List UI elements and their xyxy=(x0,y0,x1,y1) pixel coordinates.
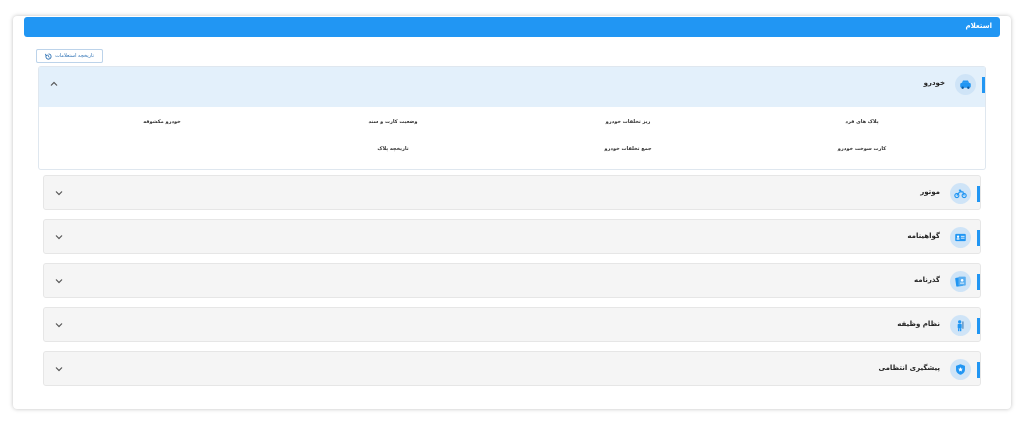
history-button-label: تاریخچه استعلامات xyxy=(55,53,94,59)
car-item-violation-details[interactable]: ریز تخلفات خودرو xyxy=(606,119,651,125)
car-item-card-document-status[interactable]: وضعیت کارت و سند xyxy=(369,119,418,125)
motorcycle-icon xyxy=(950,183,971,204)
panel-license[interactable]: گواهینامه xyxy=(43,219,981,254)
car-item-fuel-card[interactable]: کارت سوخت خودرو xyxy=(838,146,886,152)
chevron-down-icon[interactable] xyxy=(54,232,64,242)
panel-police-prevention-title: پیشگیری انتظامی xyxy=(878,364,941,372)
car-icon xyxy=(955,74,976,95)
panel-motorcycle-title: موتور xyxy=(920,188,940,196)
license-card-icon xyxy=(950,227,971,248)
panel-accent-bar xyxy=(977,318,980,334)
chevron-down-icon[interactable] xyxy=(54,276,64,286)
panel-car: خودرو xyxy=(38,66,986,170)
panel-passport[interactable]: گذرنامه xyxy=(43,263,981,298)
panel-accent-bar xyxy=(982,77,985,93)
passport-icon xyxy=(950,271,971,292)
panel-car-title: خودرو xyxy=(923,79,945,87)
police-badge-icon xyxy=(950,359,971,380)
chevron-down-icon[interactable] xyxy=(54,188,64,198)
panel-accent-bar xyxy=(977,230,980,246)
panel-car-header[interactable]: خودرو xyxy=(39,67,985,107)
chevron-down-icon[interactable] xyxy=(54,320,64,330)
panel-accent-bar xyxy=(977,186,980,202)
panel-police-prevention[interactable]: پیشگیری انتظامی xyxy=(43,351,981,386)
history-icon xyxy=(45,52,52,60)
panel-license-title: گواهینامه xyxy=(907,232,940,240)
car-item-violation-total[interactable]: جمع تخلفات خودرو xyxy=(604,146,651,152)
inquiry-history-button[interactable]: تاریخچه استعلامات xyxy=(36,49,103,63)
panel-passport-title: گذرنامه xyxy=(914,276,940,284)
car-item-discovered-vehicle[interactable]: خودرو مکشوفه xyxy=(143,119,181,125)
panel-accent-bar xyxy=(977,362,980,378)
page-title: استعلام xyxy=(965,22,992,30)
panel-military-service[interactable]: نظام وظیفه xyxy=(43,307,981,342)
car-item-plate-history[interactable]: تاریخچه پلاک xyxy=(377,146,408,152)
panel-motorcycle[interactable]: موتور xyxy=(43,175,981,210)
car-item-person-plates[interactable]: پلاک های فرد xyxy=(845,119,878,125)
chevron-up-icon[interactable] xyxy=(49,79,59,89)
chevron-down-icon[interactable] xyxy=(54,364,64,374)
page-header: استعلام xyxy=(24,17,1000,37)
panel-military-service-title: نظام وظیفه xyxy=(897,320,940,328)
soldier-icon xyxy=(950,315,971,336)
panel-accent-bar xyxy=(977,274,980,290)
